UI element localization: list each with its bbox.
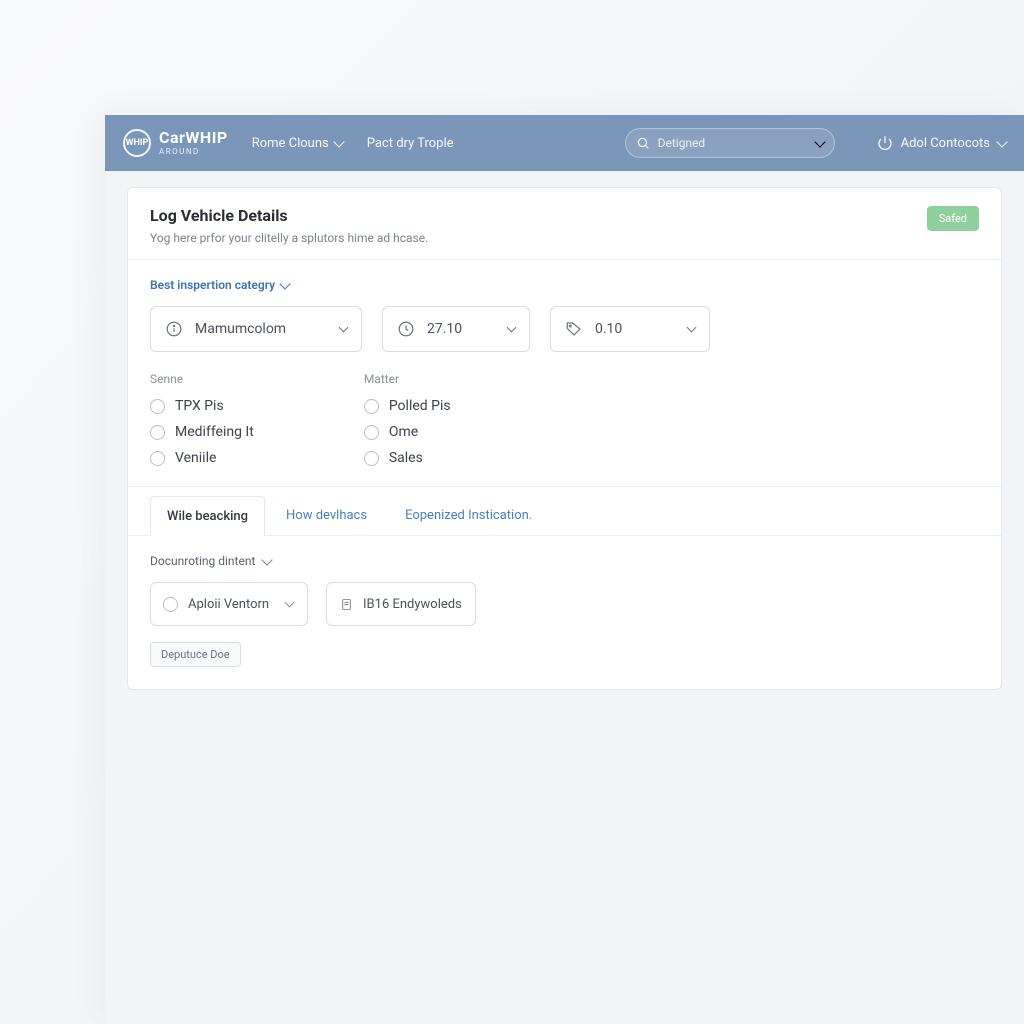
radio-icon — [150, 399, 165, 414]
chevron-down-icon — [996, 136, 1007, 147]
chevron-down-icon — [279, 278, 290, 289]
column-header: Matter — [364, 372, 451, 386]
inspection-category-toggle[interactable]: Best inspertion categry — [150, 278, 979, 292]
chevron-down-icon — [507, 323, 517, 333]
brand-tagline: AROUND — [159, 148, 228, 156]
radio-venile[interactable]: Veniile — [150, 450, 254, 466]
radio-ome[interactable]: Ome — [364, 424, 451, 440]
radio-group-senne: Senne TPX Pis Mediffeing It Veniile — [150, 372, 254, 466]
info-icon — [163, 318, 185, 340]
topbar: WHIP CarWHIP AROUND Rome Clouns Pact dry… — [105, 115, 1024, 171]
document-select[interactable]: IB16 Endywoleds — [326, 582, 476, 626]
search-icon — [636, 136, 650, 150]
brand-name: CarWHIP — [159, 130, 228, 146]
chevron-down-icon — [687, 323, 697, 333]
radio-sales[interactable]: Sales — [364, 450, 451, 466]
radio-icon — [150, 451, 165, 466]
page-subtitle: Yog here prfor your clitelly a splutors … — [150, 231, 927, 245]
radio-mediffeing[interactable]: Mediffeing It — [150, 424, 254, 440]
tab-wile-beacking[interactable]: Wile beacking — [150, 496, 265, 536]
radio-icon — [163, 597, 178, 612]
documenting-toggle[interactable]: Docunroting dintent — [150, 554, 979, 568]
document-icon — [339, 597, 353, 611]
tabs: Wile beacking How devlhacs Eopenized Ins… — [128, 495, 1001, 536]
chevron-down-icon — [339, 323, 349, 333]
account-menu[interactable]: Adol Contocots — [877, 135, 1006, 151]
chevron-down-icon — [333, 136, 344, 147]
brand-logo[interactable]: WHIP CarWHIP AROUND — [123, 129, 228, 157]
radio-icon — [364, 451, 379, 466]
tag-icon — [563, 318, 585, 340]
search-input[interactable]: Detigned — [625, 128, 835, 158]
column-header: Senne — [150, 372, 254, 386]
save-button[interactable]: Safed — [927, 206, 979, 231]
main-card: Log Vehicle Details Yog here prfor your … — [127, 187, 1002, 690]
nav-item-rome[interactable]: Rome Clouns — [252, 136, 343, 151]
clock-icon — [395, 318, 417, 340]
logo-badge-icon: WHIP — [123, 129, 151, 157]
page-title: Log Vehicle Details — [150, 206, 927, 225]
radio-group-matter: Matter Polled Pis Ome Sales — [364, 372, 451, 466]
radio-icon — [364, 425, 379, 440]
tab-how-devlhacs[interactable]: How devlhacs — [269, 495, 384, 535]
power-icon — [877, 135, 893, 151]
value-select[interactable]: 0.10 — [550, 306, 710, 352]
chevron-down-icon — [262, 554, 273, 565]
chevron-down-icon — [814, 136, 825, 147]
radio-icon — [364, 399, 379, 414]
radio-polled[interactable]: Polled Pis — [364, 398, 451, 414]
venture-select[interactable]: Aploii Ventorn — [150, 582, 308, 626]
category-select[interactable]: Mamumcolom — [150, 306, 362, 352]
nav-item-pact[interactable]: Pact dry Trople — [367, 136, 454, 151]
time-select[interactable]: 27.10 — [382, 306, 530, 352]
radio-tpx[interactable]: TPX Pis — [150, 398, 254, 414]
chevron-down-icon — [285, 598, 295, 608]
departure-button[interactable]: Deputuce Doe — [150, 642, 241, 667]
radio-icon — [150, 425, 165, 440]
tab-eopenized[interactable]: Eopenized Instication. — [388, 495, 549, 535]
search-placeholder: Detigned — [658, 136, 808, 150]
